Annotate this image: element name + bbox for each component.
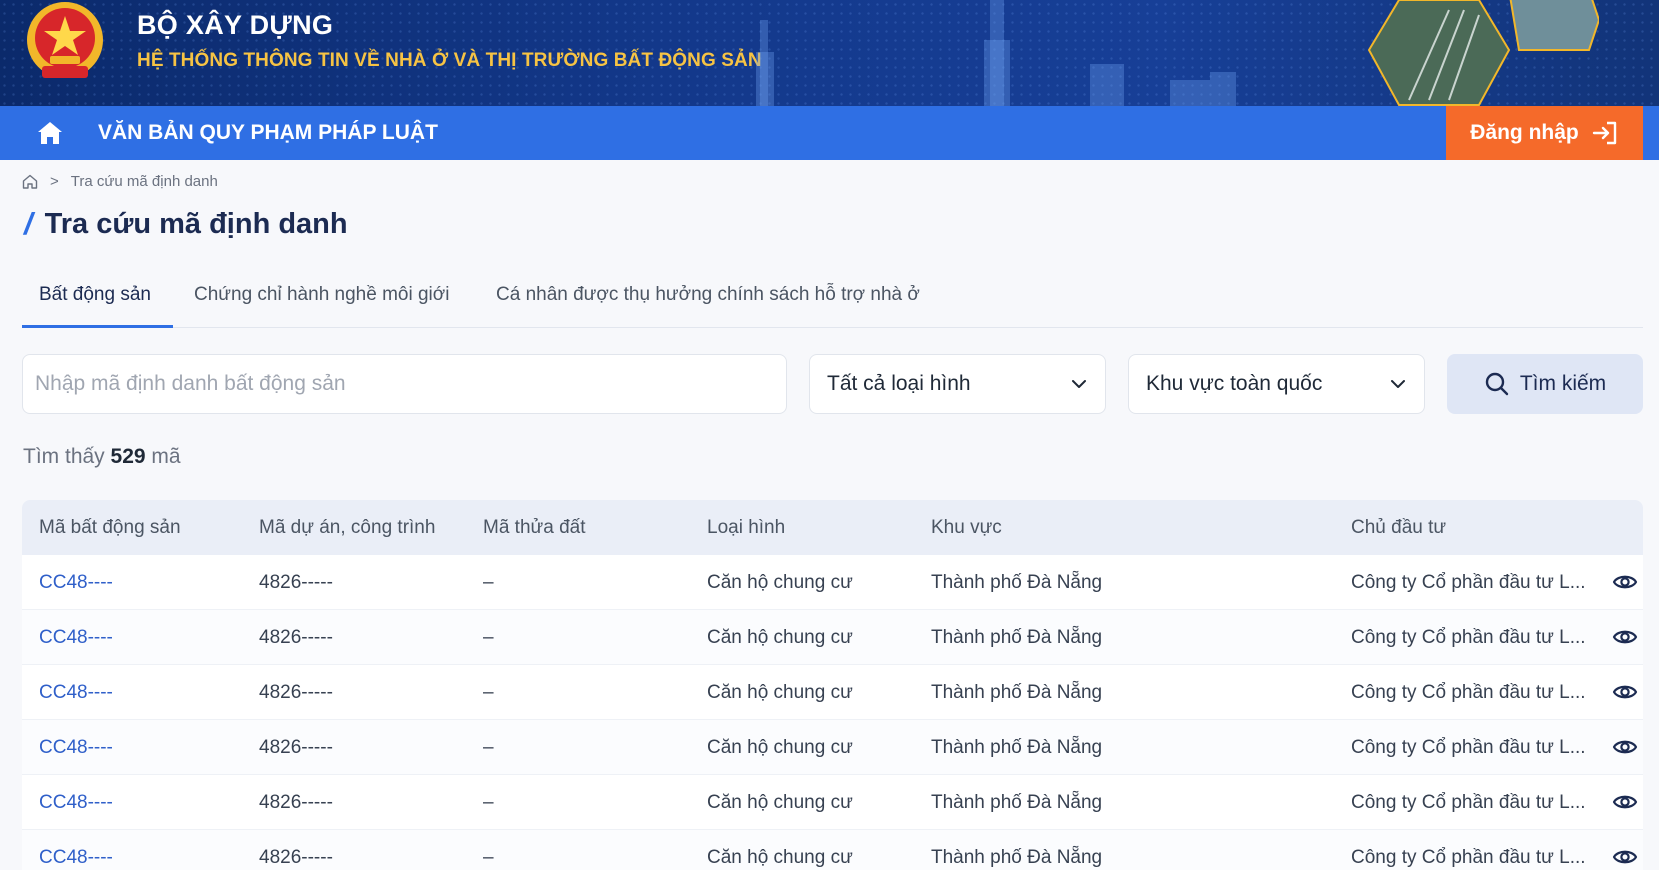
cell-land-code: – [483,572,494,593]
title-text: Tra cứu mã định danh [44,207,348,240]
page-title: / Tra cứu mã định danh [24,206,348,242]
system-name: HỆ THỐNG THÔNG TIN VỀ NHÀ Ở VÀ THỊ TRƯỜN… [137,50,762,71]
tab-broker-certificate[interactable]: Chứng chỉ hành nghề môi giới [194,284,449,306]
column-header: Loại hình [707,517,786,538]
tab-real-estate[interactable]: Bất động sản [39,284,151,306]
area-select[interactable]: Khu vực toàn quốc [1128,354,1425,414]
cell-project-code: 4826----- [259,627,333,648]
column-header: Chủ đầu tư [1351,517,1447,538]
eye-icon[interactable] [1612,791,1638,813]
cell-area: Thành phố Đà Nẵng [931,792,1103,813]
cell-area: Thành phố Đà Nẵng [931,682,1103,703]
area-select-value: Khu vực toàn quốc [1146,372,1323,395]
tab-housing-support[interactable]: Cá nhân được thụ hưởng chính sách hỗ trợ… [496,284,920,306]
type-select-value: Tất cả loại hình [827,372,971,395]
agency-name: BỘ XÂY DỰNG [137,10,334,40]
cell-project-code: 4826----- [259,737,333,758]
cell-property-code[interactable]: CC48---- [39,737,113,759]
cell-land-code: – [483,737,494,758]
cell-type: Căn hộ chung cư [707,682,853,703]
city-skyline-graphic [756,0,1236,106]
breadcrumb-current: Tra cứu mã định danh [70,173,218,190]
nav-legal-documents[interactable]: VĂN BẢN QUY PHẠM PHÁP LUẬT [98,121,438,145]
eye-icon[interactable] [1612,626,1638,648]
table-row[interactable]: CC48---- 4826----- – Căn hộ chung cư Thà… [22,830,1643,870]
chevron-down-icon [1391,380,1405,388]
cell-investor: Công ty Cổ phần đầu tư L... [1351,572,1586,593]
home-icon[interactable] [36,120,64,146]
cell-type: Căn hộ chung cư [707,572,853,593]
cell-area: Thành phố Đà Nẵng [931,847,1103,868]
cell-type: Căn hộ chung cư [707,627,853,648]
cell-property-code[interactable]: CC48---- [39,627,113,649]
cell-project-code: 4826----- [259,792,333,813]
cell-investor: Công ty Cổ phần đầu tư L... [1351,737,1586,758]
cell-property-code[interactable]: CC48---- [39,792,113,814]
national-emblem-icon[interactable] [22,0,108,90]
cell-investor: Công ty Cổ phần đầu tư L... [1351,847,1586,868]
cell-area: Thành phố Đà Nẵng [931,627,1103,648]
type-select[interactable]: Tất cả loại hình [809,354,1106,414]
cell-project-code: 4826----- [259,682,333,703]
table-body: CC48---- 4826----- – Căn hộ chung cư Thà… [22,555,1643,870]
cell-type: Căn hộ chung cư [707,792,853,813]
table-row[interactable]: CC48---- 4826----- – Căn hộ chung cư Thà… [22,775,1643,830]
eye-icon[interactable] [1612,736,1638,758]
cell-investor: Công ty Cổ phần đầu tư L... [1351,682,1586,703]
results-table: Mã bất động sản Mã dự án, công trình Mã … [22,500,1643,870]
cell-property-code[interactable]: CC48---- [39,847,113,869]
cell-type: Căn hộ chung cư [707,847,853,868]
site-header: BỘ XÂY DỰNG HỆ THỐNG THÔNG TIN VỀ NHÀ Ở … [0,0,1659,106]
cell-property-code[interactable]: CC48---- [39,572,113,594]
eye-icon[interactable] [1612,571,1638,593]
cell-area: Thành phố Đà Nẵng [931,737,1103,758]
breadcrumb: > Tra cứu mã định danh [22,173,218,190]
cell-land-code: – [483,792,494,813]
search-icon [1485,372,1509,396]
login-arrow-icon [1592,121,1616,145]
search-input[interactable] [22,354,787,414]
main-nav: VĂN BẢN QUY PHẠM PHÁP LUẬT Đăng nhập [0,106,1659,160]
active-tab-indicator [22,325,173,328]
cell-land-code: – [483,627,494,648]
search-button-label: Tìm kiếm [1519,372,1607,395]
column-header: Mã bất động sản [39,517,181,538]
title-slash: / [24,206,33,241]
table-row[interactable]: CC48---- 4826----- – Căn hộ chung cư Thà… [22,720,1643,775]
cell-project-code: 4826----- [259,847,333,868]
cell-investor: Công ty Cổ phần đầu tư L... [1351,792,1586,813]
cell-property-code[interactable]: CC48---- [39,682,113,704]
login-label: Đăng nhập [1470,121,1579,144]
eye-icon[interactable] [1612,681,1638,703]
result-suffix: mã [151,445,181,468]
tab-bar: Bất động sản Chứng chỉ hành nghề môi giớ… [22,272,1643,328]
cell-investor: Công ty Cổ phần đầu tư L... [1351,627,1586,648]
table-row[interactable]: CC48---- 4826----- – Căn hộ chung cư Thà… [22,555,1643,610]
cell-land-code: – [483,682,494,703]
login-button[interactable]: Đăng nhập [1446,106,1643,160]
eye-icon[interactable] [1612,846,1638,868]
search-button[interactable]: Tìm kiếm [1447,354,1643,414]
building-photo-graphic [1367,0,1599,106]
table-header: Mã bất động sản Mã dự án, công trình Mã … [22,500,1643,555]
column-header: Khu vực [931,517,1002,538]
chevron-down-icon [1072,380,1086,388]
result-prefix: Tìm thấy [23,445,105,468]
breadcrumb-separator: > [50,173,59,190]
cell-type: Căn hộ chung cư [707,737,853,758]
column-header: Mã dự án, công trình [259,517,436,538]
cell-land-code: – [483,847,494,868]
result-count: Tìm thấy 529 mã [23,445,181,469]
table-row[interactable]: CC48---- 4826----- – Căn hộ chung cư Thà… [22,665,1643,720]
cell-area: Thành phố Đà Nẵng [931,572,1103,593]
result-number: 529 [110,445,146,468]
table-row[interactable]: CC48---- 4826----- – Căn hộ chung cư Thà… [22,610,1643,665]
home-icon[interactable] [22,174,38,189]
cell-project-code: 4826----- [259,572,333,593]
column-header: Mã thửa đất [483,517,586,538]
